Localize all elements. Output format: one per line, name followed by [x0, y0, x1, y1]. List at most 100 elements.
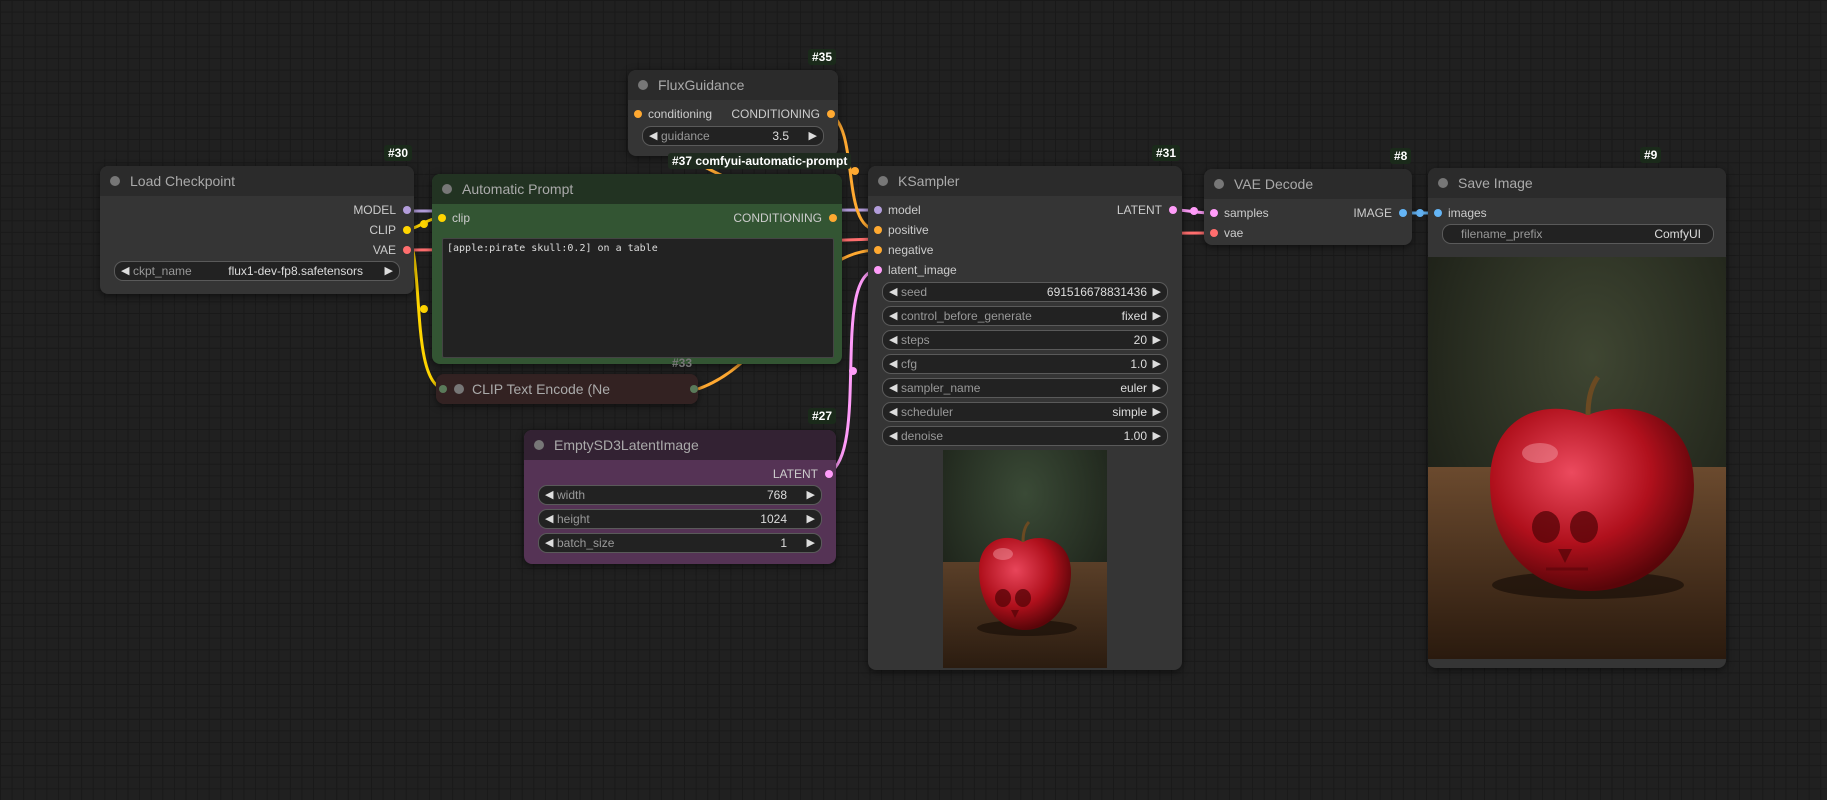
input-slot-negative[interactable]	[874, 246, 882, 254]
output-slot-vae[interactable]	[403, 246, 411, 254]
node-header[interactable]: FluxGuidance	[628, 70, 838, 100]
scheduler-combo[interactable]: ◀ scheduler simple ▶	[882, 402, 1168, 422]
arrow-right-icon[interactable]: ▶	[1153, 357, 1161, 370]
input-slot-clip[interactable]	[439, 385, 447, 393]
collapse-dot-icon[interactable]	[1438, 178, 1448, 188]
input-slot-positive[interactable]	[874, 226, 882, 234]
ckpt-name-combo[interactable]: ◀ ckpt_name flux1-dev-fp8.safetensors ▶	[114, 261, 400, 281]
load-checkpoint-node[interactable]: Load Checkpoint MODEL CLIP VAE ◀ ckpt_na…	[100, 166, 414, 294]
output-slot-latent[interactable]	[825, 470, 833, 478]
node-header[interactable]: Automatic Prompt	[432, 174, 842, 204]
arrow-right-icon[interactable]: ▶	[807, 488, 815, 501]
width-number[interactable]: ◀ width 768 ▶	[538, 485, 822, 505]
collapse-dot-icon[interactable]	[534, 440, 544, 450]
output-label-model: MODEL	[353, 203, 396, 217]
node-title: Load Checkpoint	[130, 173, 236, 189]
node-header[interactable]: Save Image	[1428, 168, 1726, 198]
node-header[interactable]: VAE Decode	[1204, 169, 1412, 199]
clip-text-encode-node[interactable]: CLIP Text Encode (Ne	[436, 374, 698, 404]
output-slot-conditioning[interactable]	[829, 214, 837, 222]
widget-value: simple	[1112, 405, 1147, 419]
node-header[interactable]: CLIP Text Encode (Ne	[436, 374, 698, 404]
collapse-dot-icon[interactable]	[442, 184, 452, 194]
arrow-right-icon[interactable]: ▶	[1153, 381, 1161, 394]
arrow-right-icon[interactable]: ▶	[1153, 429, 1161, 442]
arrow-right-icon[interactable]: ▶	[809, 129, 817, 142]
steps-number[interactable]: ◀ steps 20 ▶	[882, 330, 1168, 350]
widget-value: flux1-dev-fp8.safetensors	[228, 264, 363, 278]
arrow-right-icon[interactable]: ▶	[1153, 405, 1161, 418]
widget-label: denoise	[901, 429, 944, 443]
arrow-left-icon[interactable]: ◀	[889, 357, 897, 370]
control-before-generate-combo[interactable]: ◀ control_before_generate fixed ▶	[882, 306, 1168, 326]
collapse-dot-icon[interactable]	[1214, 179, 1224, 189]
widget-label: guidance	[661, 129, 710, 143]
collapse-dot-icon[interactable]	[110, 176, 120, 186]
guidance-number[interactable]: ◀ guidance 3.5 ▶	[642, 126, 824, 146]
arrow-left-icon[interactable]: ◀	[889, 309, 897, 322]
collapse-dot-icon[interactable]	[454, 384, 464, 394]
output-slot-conditioning[interactable]	[690, 385, 698, 393]
node-title: Save Image	[1458, 175, 1533, 191]
denoise-number[interactable]: ◀ denoise 1.00 ▶	[882, 426, 1168, 446]
output-slot-image[interactable]	[1399, 209, 1407, 217]
output-slot-latent[interactable]	[1169, 206, 1177, 214]
saved-image	[1428, 257, 1726, 659]
arrow-left-icon[interactable]: ◀	[649, 129, 657, 142]
output-slot-clip[interactable]	[403, 226, 411, 234]
arrow-left-icon[interactable]: ◀	[889, 405, 897, 418]
automatic-prompt-node[interactable]: Automatic Prompt clip CONDITIONING [appl…	[432, 174, 842, 364]
output-label-clip: CLIP	[369, 223, 396, 237]
arrow-left-icon[interactable]: ◀	[889, 429, 897, 442]
collapse-dot-icon[interactable]	[878, 176, 888, 186]
node-header[interactable]: EmptySD3LatentImage	[524, 430, 836, 460]
seed-number[interactable]: ◀ seed 691516678831436 ▶	[882, 282, 1168, 302]
arrow-right-icon[interactable]: ▶	[807, 512, 815, 525]
arrow-left-icon[interactable]: ◀	[545, 512, 553, 525]
arrow-right-icon[interactable]: ▶	[1153, 309, 1161, 322]
arrow-right-icon[interactable]: ▶	[385, 264, 393, 277]
input-slot-conditioning[interactable]	[634, 110, 642, 118]
output-label-conditioning: CONDITIONING	[733, 211, 822, 225]
arrow-left-icon[interactable]: ◀	[545, 488, 553, 501]
input-label-vae: vae	[1224, 226, 1244, 240]
arrow-right-icon[interactable]: ▶	[1153, 333, 1161, 346]
arrow-right-icon[interactable]: ▶	[807, 536, 815, 549]
input-slot-samples[interactable]	[1210, 209, 1218, 217]
save-image-node[interactable]: Save Image images filename_prefix ComfyU…	[1428, 168, 1726, 668]
arrow-left-icon[interactable]: ◀	[889, 333, 897, 346]
vae-decode-node[interactable]: VAE Decode samples vae IMAGE	[1204, 169, 1412, 245]
filename-prefix-text[interactable]: filename_prefix ComfyUI	[1442, 224, 1714, 244]
input-slot-model[interactable]	[874, 206, 882, 214]
ksampler-node[interactable]: KSampler model positive negative latent_…	[868, 166, 1182, 670]
node-header[interactable]: Load Checkpoint	[100, 166, 414, 196]
arrow-left-icon[interactable]: ◀	[121, 264, 129, 277]
node-id-badge: #8	[1390, 148, 1412, 164]
widget-label: width	[557, 488, 586, 502]
input-slot-clip[interactable]	[438, 214, 446, 222]
widget-value: 1.00	[1123, 429, 1147, 443]
flux-guidance-node[interactable]: FluxGuidance conditioning CONDITIONING ◀…	[628, 70, 838, 156]
arrow-left-icon[interactable]: ◀	[889, 381, 897, 394]
output-slot-conditioning[interactable]	[827, 110, 835, 118]
sampler-name-combo[interactable]: ◀ sampler_name euler ▶	[882, 378, 1168, 398]
collapse-dot-icon[interactable]	[638, 80, 648, 90]
height-number[interactable]: ◀ height 1024 ▶	[538, 509, 822, 529]
node-header[interactable]: KSampler	[868, 166, 1182, 196]
output-slot-model[interactable]	[403, 206, 411, 214]
batch-size-number[interactable]: ◀ batch_size 1 ▶	[538, 533, 822, 553]
arrow-left-icon[interactable]: ◀	[889, 285, 897, 298]
prompt-textarea[interactable]: [apple:pirate skull:0.2] on a table	[442, 238, 834, 358]
empty-latent-image-node[interactable]: EmptySD3LatentImage LATENT ◀ width 768 ▶…	[524, 430, 836, 564]
widget-label: control_before_generate	[901, 309, 1032, 323]
input-slot-images[interactable]	[1434, 209, 1442, 217]
arrow-right-icon[interactable]: ▶	[1153, 285, 1161, 298]
cfg-number[interactable]: ◀ cfg 1.0 ▶	[882, 354, 1168, 374]
widget-value: 768	[766, 488, 787, 502]
preview-image	[943, 450, 1107, 668]
arrow-left-icon[interactable]: ◀	[545, 536, 553, 549]
input-slot-vae[interactable]	[1210, 229, 1218, 237]
widget-label: cfg	[901, 357, 918, 371]
widget-value: 691516678831436	[1046, 285, 1147, 299]
input-slot-latent-image[interactable]	[874, 266, 882, 274]
